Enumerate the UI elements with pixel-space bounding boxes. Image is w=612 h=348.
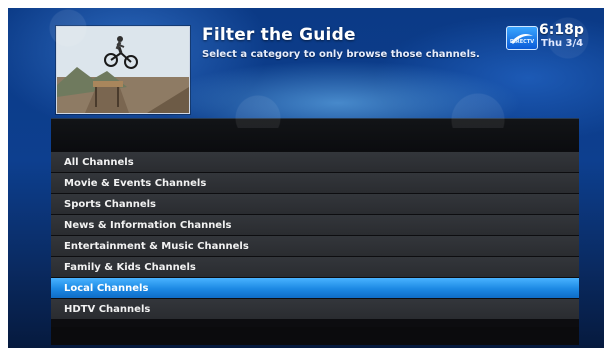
category-news-information[interactable]: News & Information Channels [51, 215, 579, 235]
category-local[interactable]: Local Channels [51, 278, 579, 298]
logo-wordmark: DIRECTV [509, 39, 535, 45]
category-movie-events[interactable]: Movie & Events Channels [51, 173, 579, 193]
directv-logo [506, 26, 538, 50]
category-hdtv[interactable]: HDTV Channels [51, 299, 579, 319]
page-subtitle: Select a category to only browse those c… [202, 49, 480, 60]
clock-time: 6:18p [539, 22, 584, 38]
panel-header [51, 119, 579, 151]
category-panel: All Channels Movie & Events Channels Spo… [51, 118, 579, 345]
tv-screen: Filter the Guide Select a category to on… [8, 8, 604, 348]
panel-footer [51, 327, 579, 345]
category-entertainment-music[interactable]: Entertainment & Music Channels [51, 236, 579, 256]
clock-date: Thu 3/4 [541, 38, 584, 49]
bmx-rider-image [57, 27, 189, 113]
category-all-channels[interactable]: All Channels [51, 152, 579, 172]
category-family-kids[interactable]: Family & Kids Channels [51, 257, 579, 277]
category-list: All Channels Movie & Events Channels Spo… [51, 152, 579, 320]
category-sports[interactable]: Sports Channels [51, 194, 579, 214]
directv-logo-icon [511, 34, 533, 44]
preview-thumbnail [56, 26, 190, 114]
page-title: Filter the Guide [202, 25, 356, 45]
